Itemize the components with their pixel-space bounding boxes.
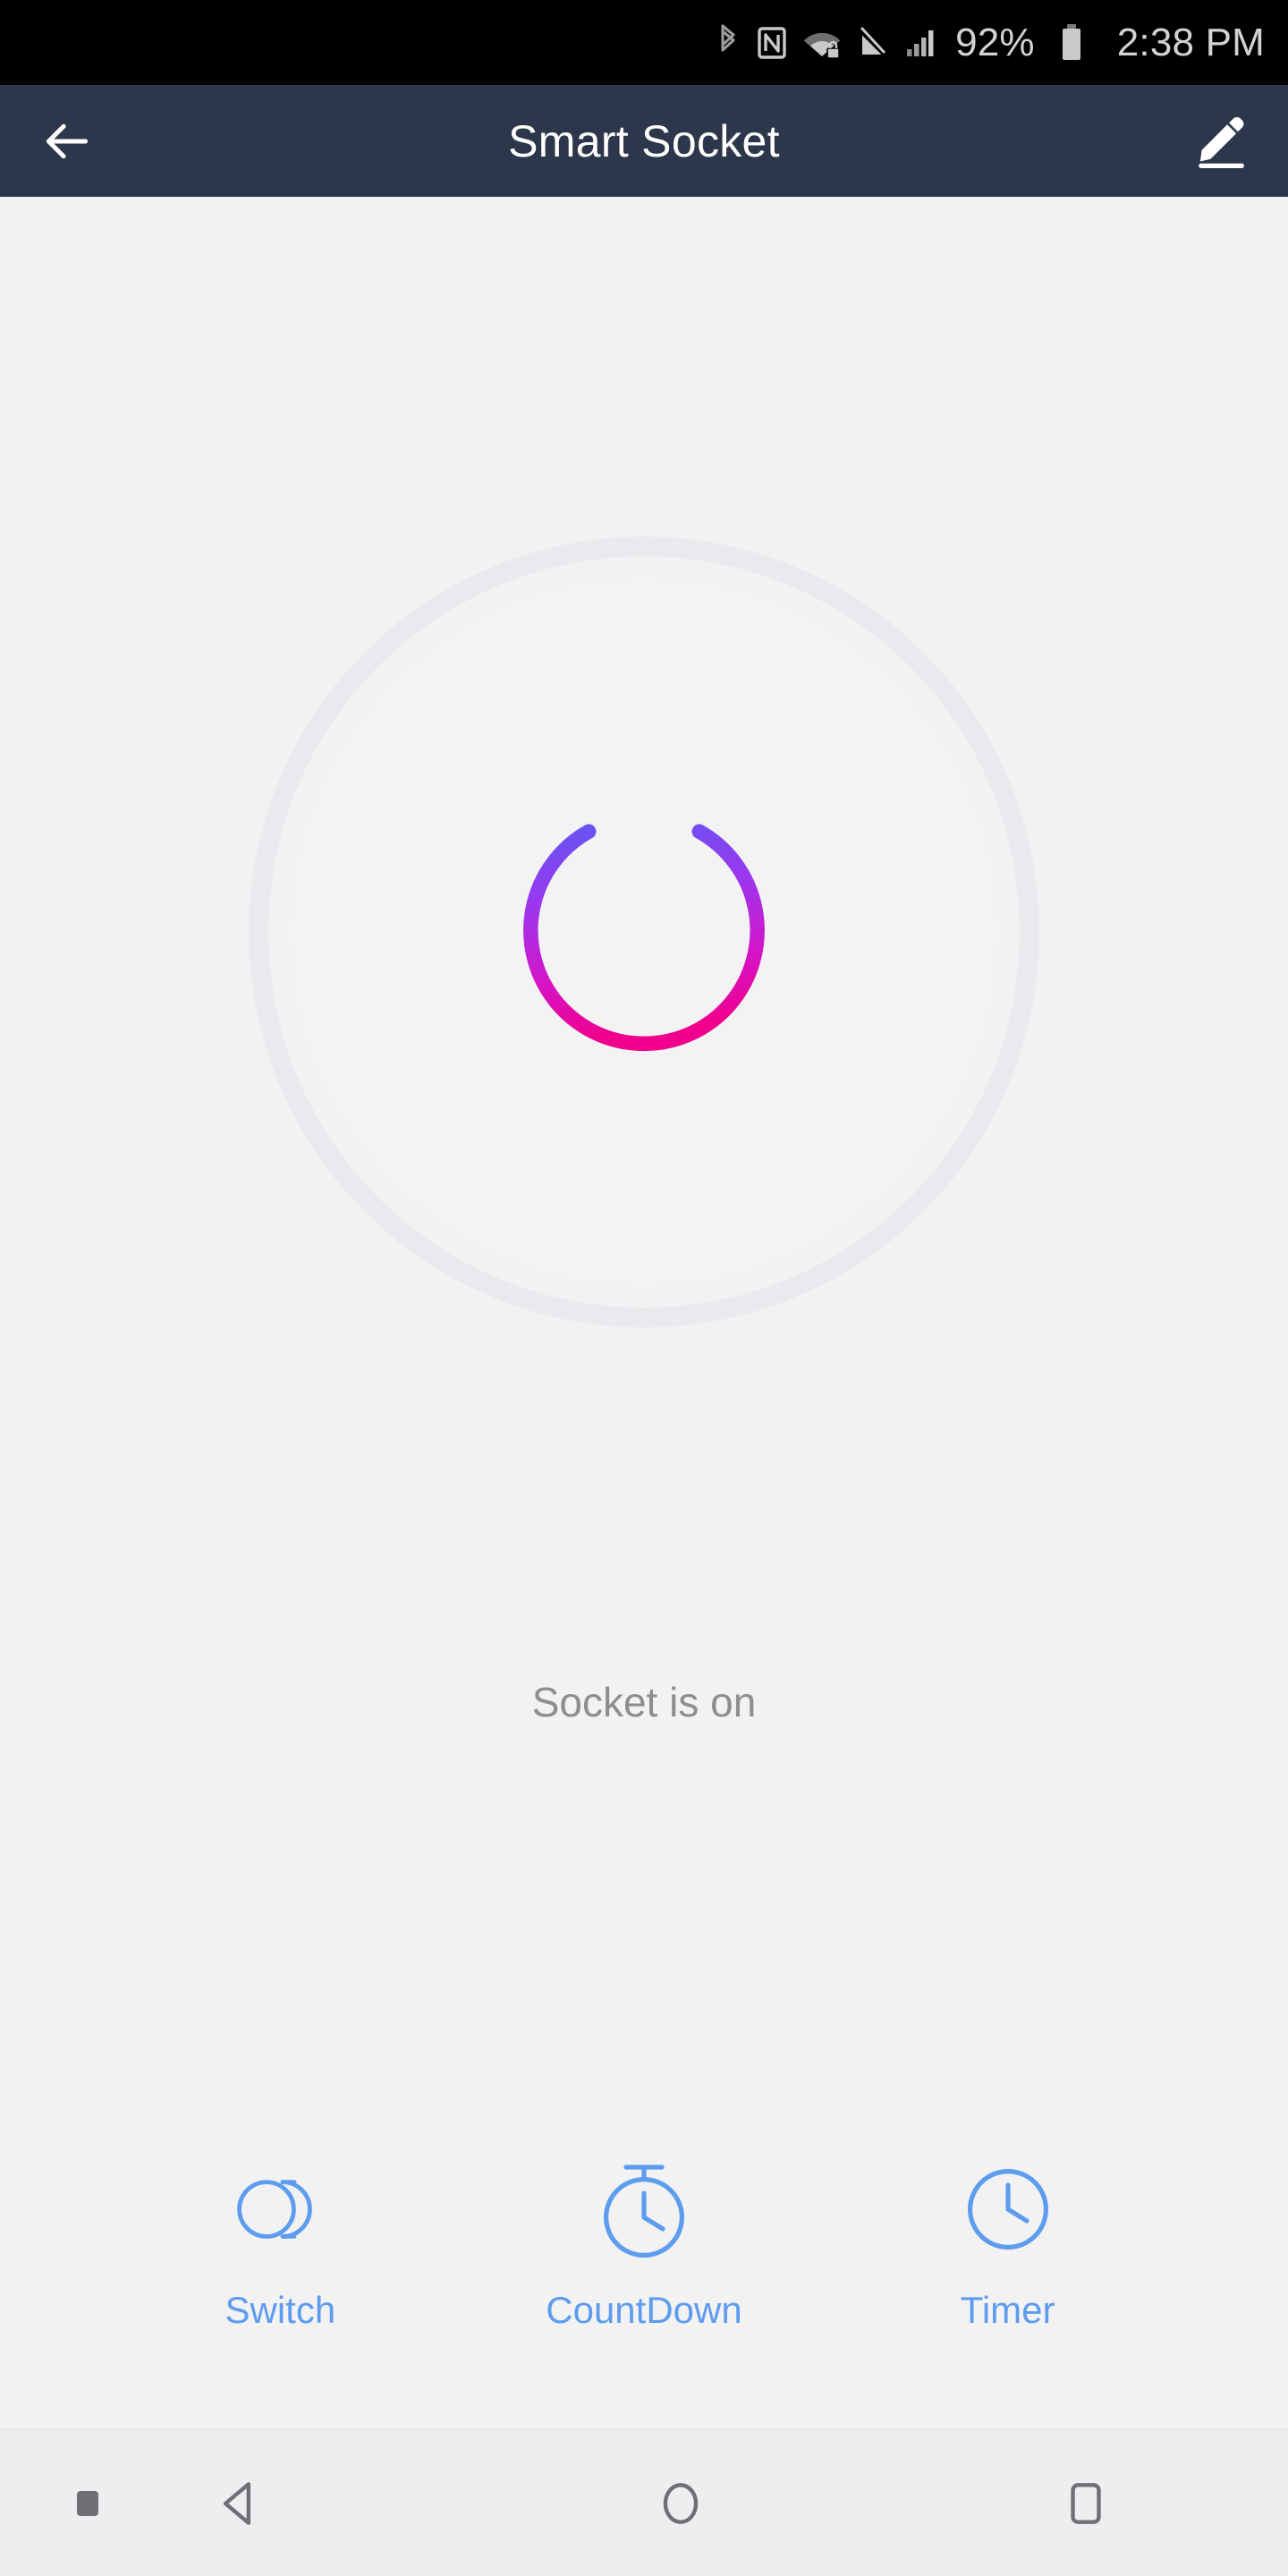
phone-screen: 92% 2:38 PM Smart Socket Socket is on Sw… xyxy=(0,0,1288,2576)
back-button[interactable] xyxy=(0,85,134,197)
triangle-back-icon xyxy=(223,2481,251,2525)
battery-icon xyxy=(1062,23,1080,60)
edit-button[interactable] xyxy=(1154,85,1288,197)
square-recents-icon xyxy=(1070,2482,1101,2524)
battery-percent-label: 92% xyxy=(955,20,1035,64)
edit-pencil-icon xyxy=(1199,116,1244,168)
countdown-action-button[interactable]: CountDown xyxy=(510,2151,778,2332)
app-bar: Smart Socket xyxy=(0,85,1288,197)
socket-status-text: Socket is on xyxy=(531,1679,757,1725)
status-bar-clock: 2:38 PM xyxy=(1116,20,1265,64)
timer-action-label: Timer xyxy=(960,2289,1055,2331)
arrow-left-icon xyxy=(46,123,89,158)
mobile-data-off-icon xyxy=(858,26,888,58)
cellular-signal-icon xyxy=(907,30,934,56)
switch-action-button[interactable]: Switch xyxy=(146,2151,414,2332)
status-bar-icons: 92% 2:38 PM xyxy=(715,21,1265,65)
countdown-action-label: CountDown xyxy=(546,2289,742,2331)
circle-home-icon xyxy=(663,2482,698,2524)
power-toggle-button[interactable] xyxy=(268,556,1020,1308)
power-icon xyxy=(523,794,765,1052)
toggle-switch-icon xyxy=(237,2180,313,2239)
recents-nav-button[interactable] xyxy=(883,2429,1288,2576)
switch-action-label: Switch xyxy=(225,2289,336,2331)
back-nav-button[interactable] xyxy=(0,2429,478,2576)
countdown-action-icon-wrap xyxy=(596,2151,692,2267)
home-nav-button[interactable] xyxy=(478,2429,883,2576)
timer-action-button[interactable]: Timer xyxy=(874,2151,1142,2332)
page-title: Smart Socket xyxy=(508,115,780,166)
timer-action-icon-wrap xyxy=(962,2151,1055,2267)
bluetooth-icon xyxy=(721,23,735,52)
nfc-icon xyxy=(758,26,786,59)
keyboard-indicator-icon[interactable] xyxy=(77,2490,98,2516)
stopwatch-icon xyxy=(603,2165,684,2258)
clock-icon xyxy=(967,2168,1048,2250)
action-row: Switch CountDown Timer xyxy=(0,2151,1288,2332)
switch-action-icon-wrap xyxy=(227,2151,333,2267)
wifi-secured-icon xyxy=(804,32,841,59)
main-content: Socket is on Switch CountDown Timer xyxy=(0,197,1288,2428)
android-nav-bar xyxy=(0,2428,1288,2576)
status-bar: 92% 2:38 PM xyxy=(0,0,1288,85)
